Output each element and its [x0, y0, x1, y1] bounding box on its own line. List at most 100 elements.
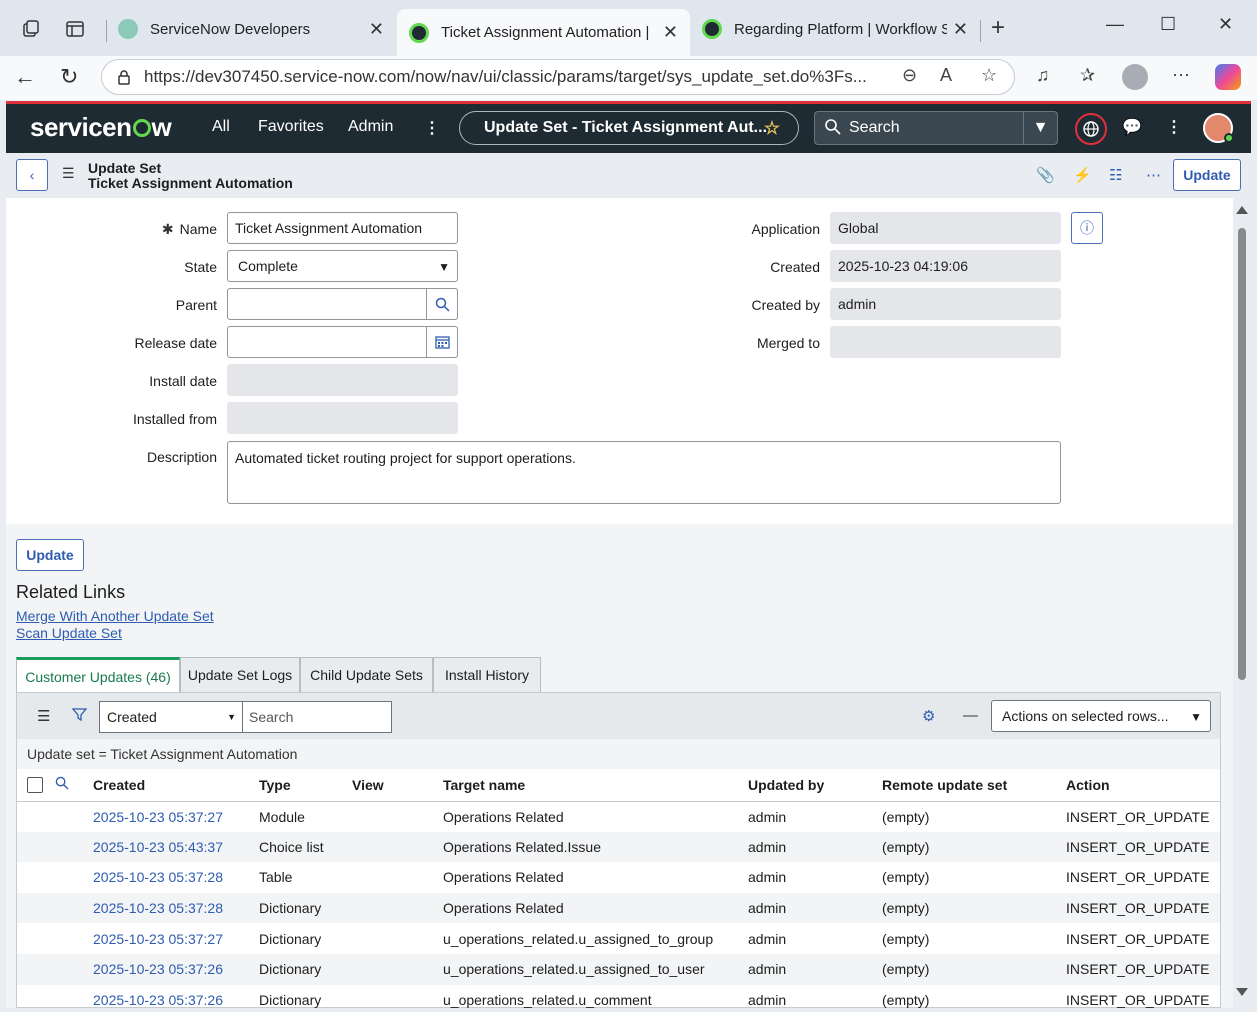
browser-tab-regarding-platform[interactable]: Regarding Platform | Workflow S ✕ — [690, 9, 980, 49]
column-view[interactable]: View — [352, 769, 443, 802]
favorite-star-icon[interactable]: ☆ — [981, 65, 997, 86]
scroll-thumb[interactable] — [1238, 228, 1246, 680]
column-action[interactable]: Action — [1066, 769, 1220, 802]
search-field-value: Created — [107, 709, 157, 725]
merge-update-set-link[interactable]: Merge With Another Update Set — [16, 608, 214, 624]
tab-child-update-sets[interactable]: Child Update Sets — [300, 657, 433, 693]
workspaces-icon[interactable] — [20, 18, 42, 40]
form-menu-icon[interactable]: ☰ — [62, 165, 75, 182]
info-icon[interactable]: ⓘ — [1071, 212, 1103, 244]
actions-select[interactable]: Actions on selected rows... ▼ — [991, 700, 1211, 732]
read-aloud-icon[interactable]: A — [940, 65, 952, 86]
copilot-icon[interactable] — [1215, 64, 1241, 90]
action-cell: INSERT_OR_UPDATE — [1066, 869, 1210, 886]
created-link[interactable]: 2025-10-23 05:37:27 — [93, 923, 259, 954]
media-icon[interactable]: ♫ — [1036, 65, 1050, 86]
close-tab-icon[interactable]: ✕ — [369, 19, 384, 40]
created-link[interactable]: 2025-10-23 05:37:28 — [93, 862, 259, 893]
more-actions-icon[interactable]: ⋯ — [1146, 166, 1161, 184]
update-button-bottom[interactable]: Update — [16, 539, 84, 571]
gear-icon[interactable]: ⚙ — [922, 707, 935, 725]
table-row[interactable]: 2025-10-23 05:43:37 Choice list Operatio… — [17, 831, 1220, 863]
name-field[interactable]: Ticket Assignment Automation — [227, 212, 458, 244]
context-pill[interactable]: Update Set - Ticket Assignment Aut... ☆ — [459, 111, 799, 145]
created-link[interactable]: 2025-10-23 05:37:26 — [93, 953, 259, 985]
chat-icon[interactable]: 💬 — [1122, 117, 1142, 137]
browser-tab-bar: ServiceNow Developers ✕ Ticket Assignmen… — [0, 0, 1257, 56]
created-link[interactable]: 2025-10-23 05:37:26 — [93, 985, 259, 1008]
list-menu-icon[interactable]: ☰ — [37, 707, 50, 725]
close-tab-icon[interactable]: ✕ — [953, 19, 968, 40]
created-link[interactable]: 2025-10-23 05:43:37 — [93, 831, 259, 863]
table-row[interactable]: 2025-10-23 05:37:28 Table Operations Rel… — [17, 862, 1220, 893]
remote-cell: (empty) — [882, 930, 930, 947]
scan-update-set-link[interactable]: Scan Update Set — [16, 625, 122, 641]
tab-install-history[interactable]: Install History — [433, 657, 541, 693]
close-window-icon[interactable]: ✕ — [1218, 14, 1233, 35]
scroll-down-arrow-icon[interactable] — [1236, 988, 1248, 996]
list-breadcrumb[interactable]: Update set = Ticket Assignment Automatio… — [17, 739, 1220, 769]
minimize-icon[interactable]: — — [1106, 14, 1124, 35]
favorites-icon[interactable]: ✰ — [1080, 65, 1095, 86]
column-target-name[interactable]: Target name — [443, 769, 748, 802]
refresh-icon[interactable]: ↻ — [60, 64, 78, 90]
search-scope-dropdown[interactable]: ▼ — [1023, 112, 1057, 144]
back-arrow-icon[interactable]: ← — [14, 64, 36, 90]
more-options-icon[interactable]: ⋮ — [1166, 117, 1182, 137]
menu-favorites[interactable]: Favorites — [258, 118, 324, 136]
column-created[interactable]: Created — [93, 769, 259, 802]
release-date-field[interactable] — [227, 326, 458, 358]
page-scrollbar[interactable] — [1234, 206, 1248, 1006]
column-updated-by[interactable]: Updated by — [748, 769, 882, 802]
table-row[interactable]: 2025-10-23 05:37:27 Module Operations Re… — [17, 801, 1220, 832]
column-type[interactable]: Type — [259, 769, 352, 802]
collapse-icon[interactable]: — — [963, 707, 978, 724]
table-row[interactable]: 2025-10-23 05:37:27 Dictionary u_operati… — [17, 923, 1220, 954]
user-avatar[interactable] — [1203, 113, 1234, 143]
profile-icon[interactable] — [1122, 64, 1148, 90]
update-button-header[interactable]: Update — [1173, 159, 1241, 191]
state-select[interactable]: Complete ▼ — [227, 250, 458, 282]
column-search-icon[interactable] — [55, 769, 93, 802]
scroll-up-arrow-icon[interactable] — [1236, 206, 1248, 214]
tab-update-set-logs[interactable]: Update Set Logs — [180, 657, 300, 693]
personalize-icon[interactable]: ☷ — [1109, 166, 1122, 184]
list-search-input[interactable]: Search — [242, 701, 392, 733]
tab-actions-icon[interactable] — [64, 18, 86, 40]
table-row[interactable]: 2025-10-23 05:37:26 Dictionary u_operati… — [17, 985, 1220, 1008]
globe-icon[interactable] — [1075, 113, 1107, 145]
attachment-icon[interactable]: 📎 — [1036, 166, 1055, 184]
tab-separator — [980, 20, 981, 42]
browser-tab-ticket-assignment[interactable]: Ticket Assignment Automation | ✕ — [397, 9, 690, 56]
table-row[interactable]: 2025-10-23 05:37:28 Dictionary Operation… — [17, 892, 1220, 924]
browser-tab-servicenow-developers[interactable]: ServiceNow Developers ✕ — [106, 9, 396, 49]
select-all-checkbox[interactable] — [27, 777, 43, 794]
lookup-search-icon[interactable] — [426, 288, 458, 320]
maximize-icon[interactable]: ☐ — [1160, 14, 1176, 35]
column-remote-update-set[interactable]: Remote update set — [882, 769, 1066, 802]
tab-customer-updates[interactable]: Customer Updates (46) — [16, 657, 180, 694]
type-cell: Choice list — [259, 831, 352, 863]
servicenow-logo[interactable]: servicen w — [30, 112, 172, 143]
created-link[interactable]: 2025-10-23 05:37:27 — [93, 801, 259, 832]
global-search[interactable]: Search ▼ — [814, 111, 1058, 145]
created-link[interactable]: 2025-10-23 05:37:28 — [93, 892, 259, 924]
menu-admin[interactable]: Admin — [348, 118, 393, 136]
activity-icon[interactable]: ⚡ — [1073, 166, 1092, 184]
more-icon[interactable]: ⋯ — [1172, 65, 1190, 86]
table-row[interactable]: 2025-10-23 05:37:26 Dictionary u_operati… — [17, 953, 1220, 985]
filter-icon[interactable] — [71, 707, 88, 726]
more-menu-icon[interactable]: ⋮ — [424, 118, 440, 138]
favorite-star-icon[interactable]: ☆ — [764, 118, 780, 139]
new-tab-button[interactable]: + — [991, 14, 1005, 42]
zoom-icon[interactable]: ⊖ — [902, 65, 917, 86]
record-label: Ticket Assignment Automation — [88, 175, 293, 191]
calendar-icon[interactable] — [426, 326, 458, 358]
description-field[interactable]: Automated ticket routing project for sup… — [227, 441, 1061, 504]
url-field[interactable]: https://dev307450.service-now.com/now/na… — [101, 59, 1015, 95]
parent-field[interactable] — [227, 288, 458, 320]
back-button[interactable]: ‹ — [16, 159, 48, 191]
close-tab-icon[interactable]: ✕ — [663, 22, 678, 43]
search-field-select[interactable]: Created ▼ — [99, 701, 243, 733]
menu-all[interactable]: All — [212, 118, 230, 136]
